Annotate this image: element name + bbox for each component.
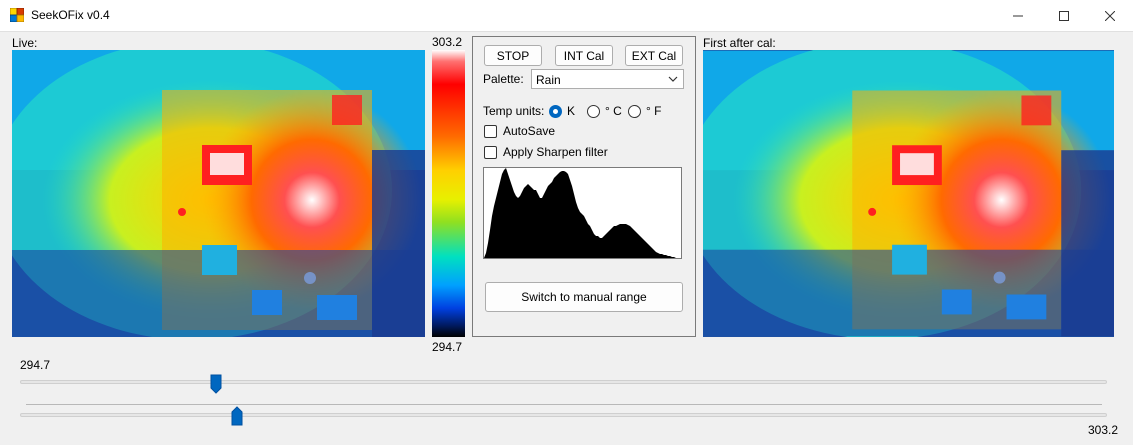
histogram-plot (484, 168, 681, 258)
live-thermal-image (12, 50, 425, 337)
max-range-slider-thumb[interactable] (231, 406, 243, 426)
sharpen-label: Apply Sharpen filter (503, 145, 608, 159)
minimize-button[interactable] (995, 0, 1041, 31)
autosave-checkbox[interactable] (484, 125, 497, 138)
first-after-cal-thermal-image (703, 50, 1114, 337)
unit-c-radio[interactable] (587, 105, 600, 118)
unit-c-label: ° C (605, 104, 622, 118)
max-slider-value-label: 303.2 (1088, 423, 1119, 437)
unit-f-label: ° F (646, 104, 662, 118)
stop-button[interactable]: STOP (484, 45, 542, 66)
palette-value: Rain (536, 73, 561, 87)
min-range-slider-thumb[interactable] (210, 374, 222, 394)
autosave-label: AutoSave (503, 124, 556, 138)
temp-units-label: Temp units: (483, 104, 545, 118)
colorbar-min-label: 294.7 (432, 340, 463, 354)
title-bar: SeekOFix v0.4 (0, 0, 1133, 32)
control-panel: STOP INT Cal EXT Cal Palette: Rain Temp … (472, 36, 696, 337)
chevron-down-icon (668, 76, 678, 82)
close-icon (1105, 10, 1115, 21)
colorbar-max-label: 303.2 (432, 35, 463, 49)
minimize-icon (1013, 15, 1023, 16)
int-cal-button[interactable]: INT Cal (555, 45, 613, 66)
unit-f-radio[interactable] (628, 105, 641, 118)
sharpen-checkbox[interactable] (484, 146, 497, 159)
min-range-slider-track[interactable] (20, 380, 1107, 384)
first-after-cal-label: First after cal: (703, 36, 776, 50)
min-slider-value-label: 294.7 (20, 358, 51, 372)
colorbar (432, 50, 465, 337)
window-title: SeekOFix v0.4 (31, 8, 110, 22)
slider-tick-line (26, 404, 1102, 405)
histogram (483, 167, 682, 259)
ext-cal-button[interactable]: EXT Cal (625, 45, 683, 66)
maximize-button[interactable] (1041, 0, 1087, 31)
max-range-slider-track[interactable] (20, 413, 1107, 417)
maximize-icon (1059, 10, 1069, 21)
app-icon (10, 8, 24, 22)
unit-k-label: K (567, 104, 576, 118)
palette-select[interactable]: Rain (531, 69, 684, 89)
close-button[interactable] (1087, 0, 1133, 31)
palette-label: Palette: (483, 72, 524, 86)
unit-k-radio[interactable] (549, 105, 562, 118)
live-label: Live: (12, 36, 38, 50)
manual-range-button[interactable]: Switch to manual range (485, 282, 683, 312)
